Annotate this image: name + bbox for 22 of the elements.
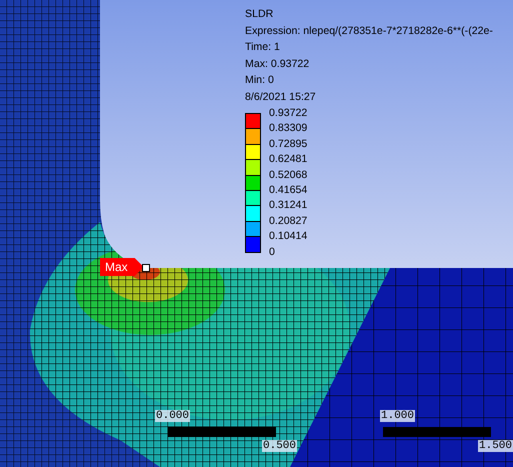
scale-label: 1.000 — [380, 410, 416, 422]
legend-value: 0.41654 — [269, 183, 308, 198]
max-probe-label: Max — [100, 258, 144, 276]
expression-text: Expression: nlepeq/(278351e-7*2718282e-6**(-(22e- — [245, 24, 493, 39]
probe-marker-icon — [142, 264, 150, 272]
legend-value: 0.93722 — [269, 106, 308, 121]
time-text: Time: 1 — [245, 40, 281, 56]
legend-value: 0.10414 — [269, 229, 308, 244]
legend-value: 0.83309 — [269, 121, 308, 136]
scale-label: 0.500 — [262, 440, 298, 452]
legend-value: 0.31241 — [269, 198, 308, 214]
min-value-text: Min: 0 — [245, 73, 275, 88]
legend-value: 0 — [269, 244, 276, 260]
scale-label: 1.500 — [478, 440, 513, 452]
legend-value: 0.62481 — [269, 152, 308, 168]
max-value-text: Max: 0.93722 — [245, 56, 310, 72]
legend-value: 0.20827 — [269, 214, 308, 229]
scale-label: 0.000 — [155, 410, 190, 422]
legend-value: 0.52068 — [269, 168, 308, 183]
result-name: SLDR — [245, 7, 274, 22]
legend-value: 0.72895 — [269, 136, 308, 152]
date-text: 8/6/2021 15:27 — [245, 90, 317, 105]
